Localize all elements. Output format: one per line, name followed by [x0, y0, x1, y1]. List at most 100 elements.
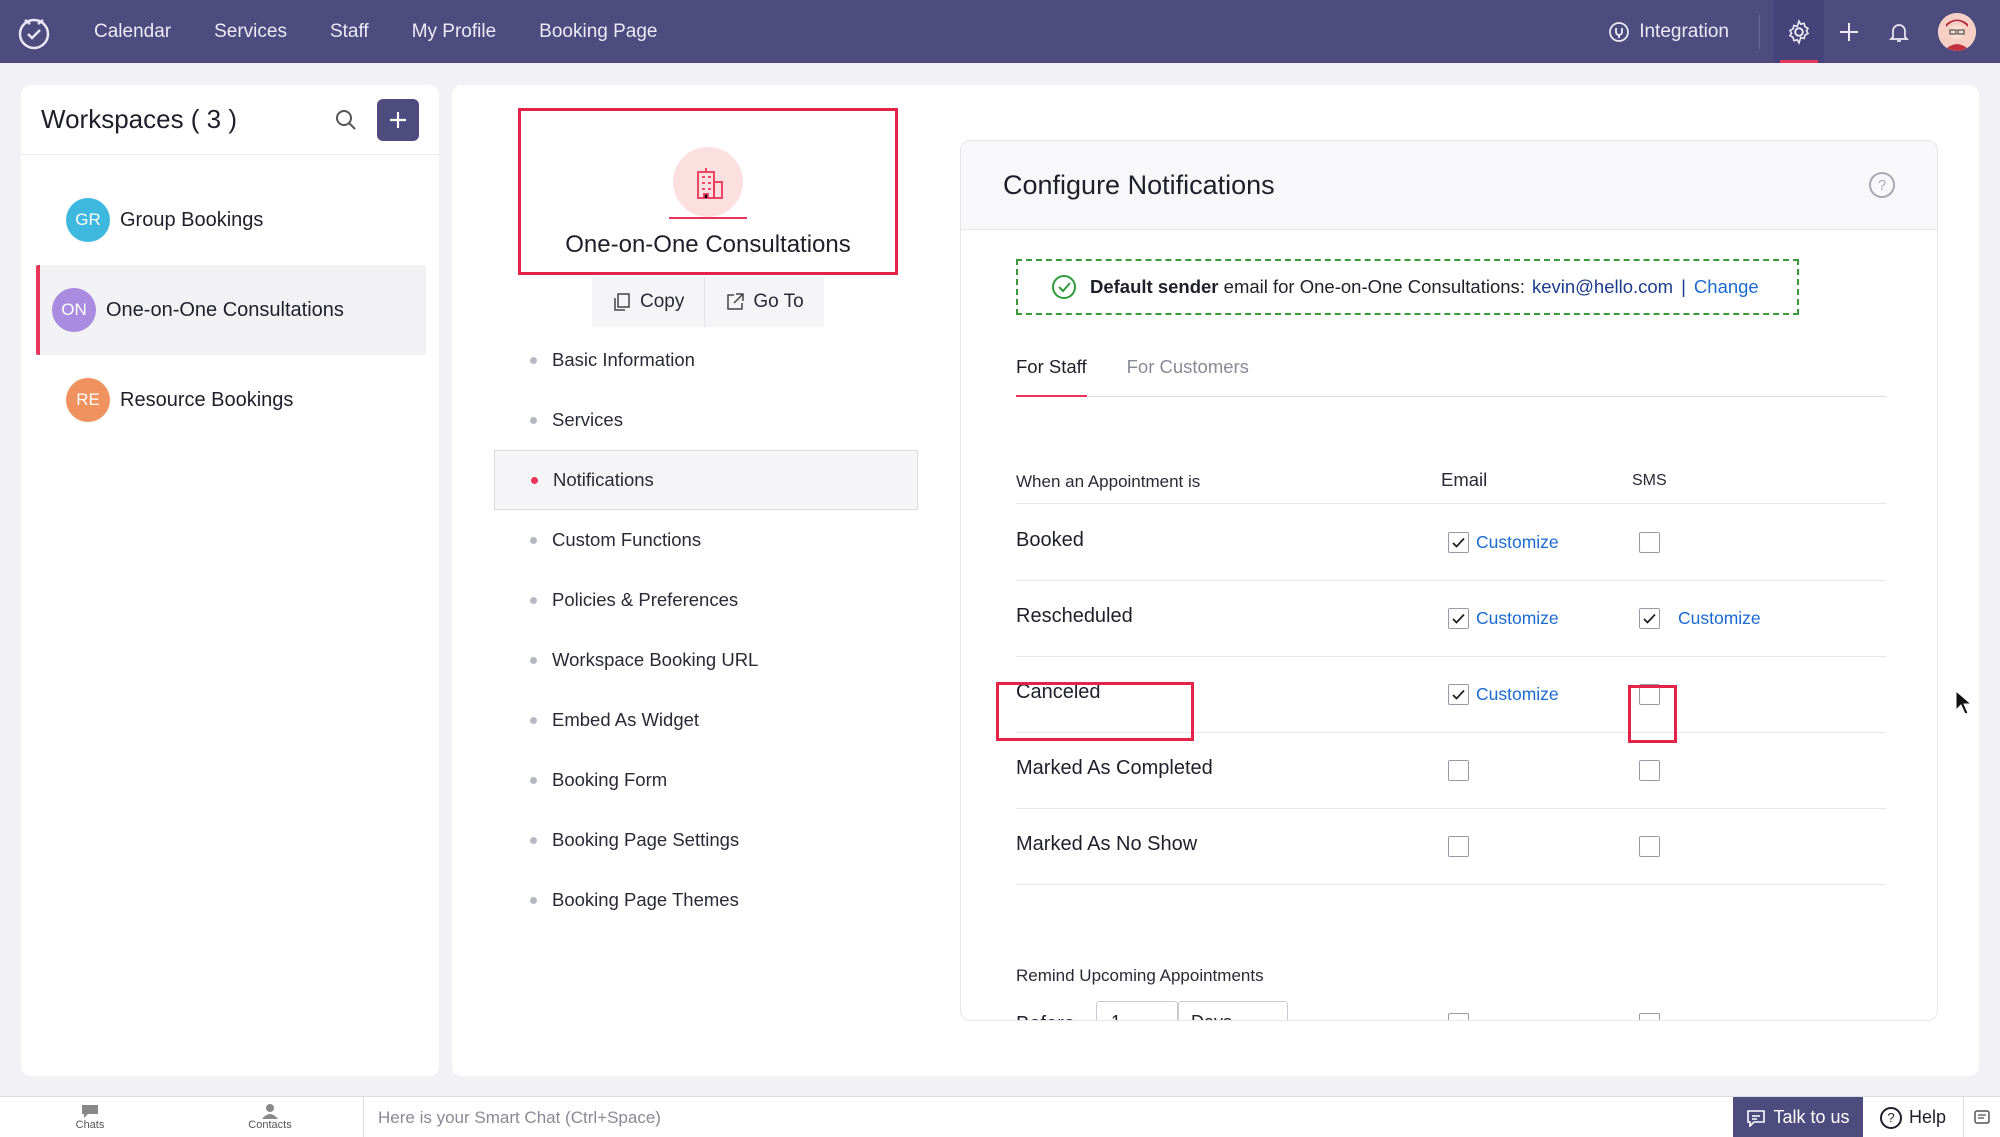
row-label: Booked: [1016, 529, 1084, 551]
tab-for-customers[interactable]: For Customers: [1127, 356, 1249, 397]
remind-unit-value: Days: [1191, 1012, 1232, 1020]
talk-to-us-button[interactable]: Talk to us: [1733, 1097, 1863, 1137]
menu-item-booking-page-settings[interactable]: Booking Page Settings: [494, 810, 918, 870]
divider: [1759, 14, 1760, 49]
menu-item-services[interactable]: Services: [494, 390, 918, 450]
copy-goto-group: Copy Go To: [592, 277, 824, 327]
search-button[interactable]: [331, 105, 361, 135]
menu-item-label: Custom Functions: [552, 529, 702, 550]
nav-my-profile[interactable]: My Profile: [412, 21, 496, 43]
email-checkbox-remind[interactable]: [1448, 1013, 1469, 1020]
integration-button[interactable]: Integration: [1607, 20, 1729, 44]
notifications-button[interactable]: [1874, 0, 1924, 63]
menu-item-label: Embed As Widget: [552, 709, 700, 730]
before-label: Before: [1016, 1013, 1075, 1020]
sms-customize-link-rescheduled[interactable]: Customize: [1678, 608, 1761, 629]
email-checkbox-completed[interactable]: [1448, 760, 1469, 781]
talk-to-us-label: Talk to us: [1773, 1107, 1850, 1127]
email-checkbox-no-show[interactable]: [1448, 836, 1469, 857]
nav-services[interactable]: Services: [214, 21, 287, 43]
goto-button[interactable]: Go To: [704, 277, 823, 327]
sms-checkbox-no-show[interactable]: [1639, 836, 1660, 857]
building-icon: [669, 147, 747, 219]
notifications-table-header: When an Appointment is Email SMS: [1016, 456, 1886, 504]
menu-item-workspace-booking-url[interactable]: Workspace Booking URL: [494, 630, 918, 690]
notifications-title: Configure Notifications: [1003, 169, 1275, 200]
sms-checkbox-rescheduled[interactable]: [1639, 608, 1660, 629]
workspace-card: One-on-One Consultations: [518, 108, 898, 275]
message-icon: [1747, 1109, 1766, 1127]
external-link-icon: [727, 293, 745, 310]
integration-label: Integration: [1639, 20, 1729, 42]
smart-chat-input[interactable]: Here is your Smart Chat (Ctrl+Space): [363, 1097, 1733, 1137]
menu-item-booking-page-themes[interactable]: Booking Page Themes: [494, 870, 918, 930]
email-customize-link-canceled[interactable]: Customize: [1476, 684, 1559, 705]
main-panel: One-on-One Consultations Copy Go To Basi…: [452, 85, 1979, 1076]
menu-item-custom-functions[interactable]: Custom Functions: [494, 510, 918, 570]
workspaces-header: Workspaces ( 3 ): [21, 85, 439, 155]
email-customize-link-booked[interactable]: Customize: [1476, 532, 1559, 553]
plus-icon: [390, 111, 406, 128]
workspace-name: One-on-One Consultations: [106, 298, 344, 321]
menu-item-notifications[interactable]: Notifications: [494, 450, 918, 510]
workspaces-title: Workspaces ( 3 ): [41, 104, 238, 134]
column-email: Email: [1441, 469, 1488, 490]
chat-bubble-icon: [82, 1105, 98, 1118]
help-icon[interactable]: ?: [1869, 172, 1895, 198]
bell-icon: [1888, 23, 1910, 42]
menu-item-label: Booking Form: [552, 769, 668, 790]
integration-icon: [1609, 21, 1630, 42]
workspaces-panel: Workspaces ( 3 ) GR Group Bookings ON On…: [21, 85, 439, 1076]
menu-item-label: Notifications: [553, 469, 654, 490]
checkmark-icon: [1452, 613, 1465, 624]
workspace-item-resource-bookings[interactable]: RE Resource Bookings: [36, 355, 426, 445]
remind-before-input[interactable]: 1: [1096, 1001, 1178, 1020]
bullet-icon: [530, 656, 537, 664]
help-circle-icon: ?: [1879, 1106, 1902, 1129]
email-customize-link-rescheduled[interactable]: Customize: [1476, 608, 1559, 629]
highlight-rescheduled-sms: [1628, 685, 1677, 743]
column-when: When an Appointment is: [1016, 472, 1201, 491]
bullet-icon: [530, 356, 537, 364]
help-label: Help: [1908, 1107, 1947, 1127]
email-checkbox-booked[interactable]: [1448, 532, 1469, 553]
menu-item-basic-information[interactable]: Basic Information: [494, 330, 918, 390]
notification-row-booked: Booked Customize: [1016, 505, 1886, 581]
email-checkbox-canceled[interactable]: [1448, 684, 1469, 705]
contacts-tab[interactable]: Contacts: [180, 1097, 360, 1137]
tab-for-staff[interactable]: For Staff: [1016, 356, 1087, 397]
nav-staff[interactable]: Staff: [330, 21, 369, 43]
top-navigation-bar: Calendar Services Staff My Profile Booki…: [0, 0, 2000, 63]
sms-checkbox-completed[interactable]: [1639, 760, 1660, 781]
change-sender-link[interactable]: Change: [1694, 276, 1759, 298]
workspace-name: Group Bookings: [120, 208, 264, 231]
feedback-icon: [1974, 1109, 1990, 1124]
user-avatar[interactable]: [1938, 12, 1976, 51]
sms-checkbox-booked[interactable]: [1639, 532, 1660, 553]
app-logo-icon[interactable]: [14, 12, 54, 52]
add-workspace-button[interactable]: [377, 98, 419, 141]
help-button[interactable]: ? Help: [1863, 1097, 1963, 1137]
add-button[interactable]: [1824, 0, 1874, 63]
email-checkbox-rescheduled[interactable]: [1448, 608, 1469, 629]
menu-item-booking-form[interactable]: Booking Form: [494, 750, 918, 810]
workspace-badge: ON: [52, 288, 96, 332]
row-label: Marked As No Show: [1016, 833, 1198, 855]
sender-separator: |: [1681, 276, 1686, 297]
menu-item-label: Policies & Preferences: [552, 589, 739, 610]
workspace-item-group-bookings[interactable]: GR Group Bookings: [36, 175, 426, 265]
menu-item-label: Booking Page Themes: [552, 889, 739, 910]
menu-item-embed-as-widget[interactable]: Embed As Widget: [494, 690, 918, 750]
nav-booking-page[interactable]: Booking Page: [539, 21, 657, 43]
chats-tab[interactable]: Chats: [0, 1097, 180, 1137]
menu-item-policies-preferences[interactable]: Policies & Preferences: [494, 570, 918, 630]
feedback-button[interactable]: [1963, 1097, 2000, 1137]
sms-checkbox-remind[interactable]: [1639, 1013, 1660, 1020]
bullet-icon: [530, 836, 537, 844]
workspace-item-one-on-one-consultations[interactable]: ON One-on-One Consultations: [36, 265, 426, 355]
settings-button[interactable]: [1774, 0, 1824, 63]
remind-unit-select[interactable]: Days: [1178, 1001, 1288, 1020]
nav-calendar[interactable]: Calendar: [94, 21, 171, 43]
copy-button[interactable]: Copy: [592, 277, 704, 327]
menu-item-label: Booking Page Settings: [552, 829, 740, 850]
